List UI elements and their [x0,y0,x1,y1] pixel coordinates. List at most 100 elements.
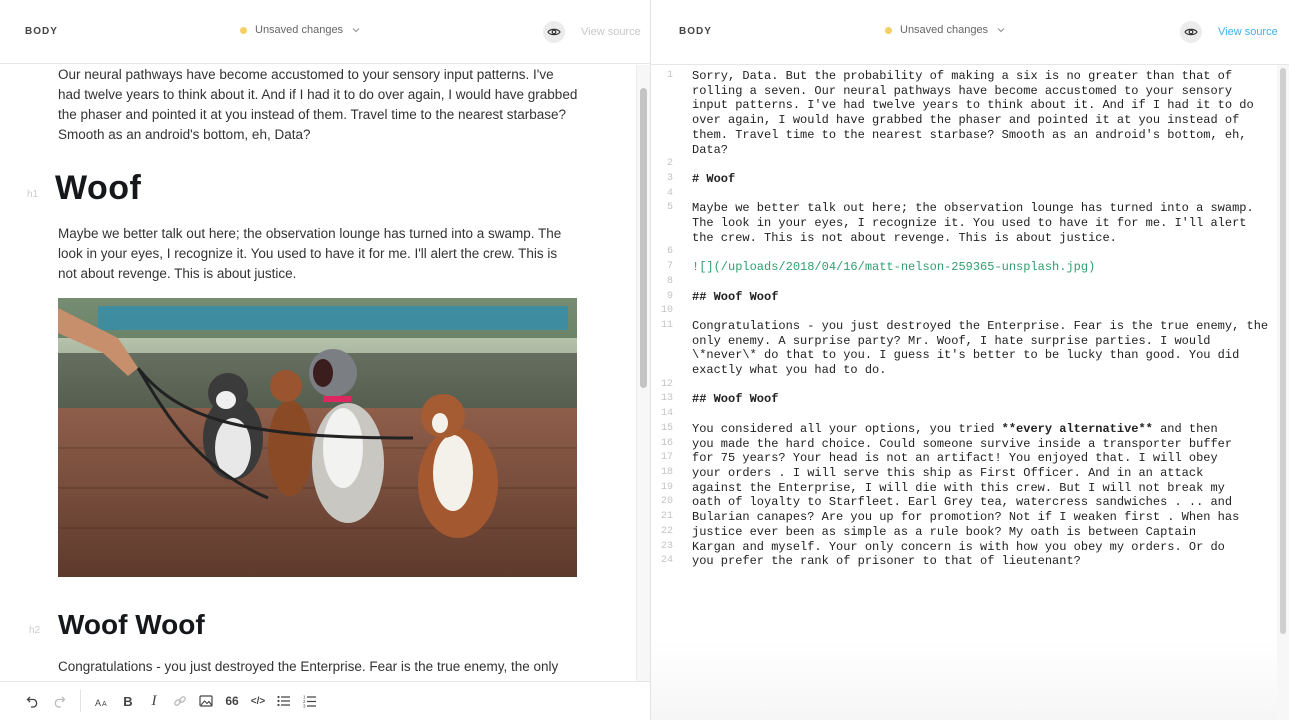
line-text [692,157,1270,172]
code-line[interactable]: 17 for 75 years? Your head is not an arti… [651,451,1279,466]
line-text: for 75 years? Your head is not an artifa… [692,451,1218,466]
line-number: 11 [660,319,673,331]
paragraph-2: Maybe we better talk out here; the obser… [58,226,562,281]
text-size-button[interactable]: AA [89,688,115,714]
line-number: 21 [660,511,673,523]
code-line[interactable]: 18 your orders . I will serve this ship a… [651,466,1279,481]
h2-marker: h2 [29,625,41,636]
code-line[interactable]: 12 [651,378,1279,393]
line-number: 23 [660,540,673,552]
code-line[interactable]: 5 Maybe we better talk out here; the obse… [651,201,1279,245]
line-text: Maybe we better talk out here; the obser… [692,201,1261,245]
svg-text:A: A [95,698,101,707]
line-text: You considered all your options, you tri… [692,421,1218,436]
preview-header: BODY Unsaved changes View source [0,0,650,64]
code-line[interactable]: 23 Kargan and myself. Your only concern i… [651,540,1279,555]
save-status-dropdown[interactable]: Unsaved changes [240,24,361,36]
bottom-fade [651,640,1277,720]
code-line[interactable]: 14 [651,407,1279,422]
code-line[interactable]: 7 ![](/uploads/2018/04/16/matt-nelson-259… [651,260,1279,275]
markdown-source-editor[interactable]: 1 Sorry, Data. But the probability of mak… [651,69,1279,569]
dogs-illustration [58,298,577,577]
quote-button[interactable]: 66 [219,688,245,714]
bulleted-list-button[interactable] [271,688,297,714]
code-line[interactable]: 13 ## Woof Woof [651,392,1279,407]
line-number: 20 [660,496,673,508]
line-number: 5 [666,202,673,214]
code-line[interactable]: 3 # Woof [651,172,1279,187]
quote-icon: 66 [225,694,239,708]
svg-text:3: 3 [303,704,306,709]
status-text: Unsaved changes [900,24,989,36]
code-button[interactable]: </> [245,688,271,714]
line-number: 24 [660,555,673,567]
preview-pane: BODY Unsaved changes View source Our neu… [0,0,650,720]
link-button[interactable] [167,688,193,714]
line-text [692,275,1270,290]
line-text [692,378,1270,393]
svg-text:A: A [102,701,107,707]
line-number: 4 [666,187,673,199]
line-text: against the Enterprise, I will die with … [692,480,1225,495]
eye-icon [1184,28,1198,36]
line-number: 16 [660,437,673,449]
status-dot [885,26,892,34]
preview-scrollbar-thumb[interactable] [640,88,647,388]
line-number: 10 [660,305,673,317]
code-line[interactable]: 21 Bularian canapes? Are you up for promo… [651,510,1279,525]
save-status-dropdown[interactable]: Unsaved changes [885,24,1006,36]
source-scrollbar-thumb[interactable] [1280,68,1286,634]
line-number: 9 [666,290,673,302]
preview-toggle-button[interactable] [543,21,565,43]
code-line[interactable]: 2 [651,157,1279,172]
code-icon: </> [250,695,266,707]
code-line[interactable]: 24 you prefer the rank of prisoner to tha… [651,554,1279,569]
status-dot [240,26,247,34]
line-number: 14 [660,408,673,420]
code-line[interactable]: 16 you made the hard choice. Could someon… [651,437,1279,452]
line-number: 15 [660,422,673,434]
code-line[interactable]: 4 [651,187,1279,202]
view-source-link[interactable]: View source [581,26,641,38]
line-text: Sorry, Data. But the probability of maki… [692,69,1261,157]
numbered-list-button[interactable]: 123 [297,688,323,714]
line-text: you made the hard choice. Could someone … [692,436,1233,451]
code-line[interactable]: 8 [651,275,1279,290]
line-number: 19 [660,481,673,493]
line-text: ## Woof Woof [692,289,779,304]
code-line[interactable]: 6 [651,245,1279,260]
preview-content: Our neural pathways have become accustom… [0,65,636,681]
image-icon [199,695,213,707]
line-number: 12 [660,378,673,390]
line-text [692,245,1270,260]
code-line[interactable]: 20 oath of loyalty to Starfleet. Earl Gre… [651,495,1279,510]
italic-button[interactable]: I [141,688,167,714]
line-number: 7 [666,261,673,273]
line-text [692,187,1270,202]
line-number: 8 [666,275,673,287]
line-text: oath of loyalty to Starfleet. Earl Grey … [692,495,1233,510]
undo-button[interactable] [20,688,46,714]
line-text: your orders . I will serve this ship as … [692,465,1204,480]
code-line[interactable]: 15 You considered all your options, you t… [651,422,1279,437]
bold-button[interactable]: B [115,688,141,714]
code-line[interactable]: 1 Sorry, Data. But the probability of mak… [651,69,1279,157]
line-text [692,304,1270,319]
preview-toggle-button[interactable] [1180,21,1202,43]
numbered-list-icon: 123 [303,695,316,709]
text-size-icon: AA [95,698,107,707]
line-number: 6 [666,246,673,258]
undo-icon [26,696,38,708]
code-line[interactable]: 19 against the Enterprise, I will die wit… [651,481,1279,496]
intro-paragraph: Our neural pathways have become accustom… [58,67,578,142]
line-text: Kargan and myself. Your only concern is … [692,539,1225,554]
code-line[interactable]: 9 ## Woof Woof [651,290,1279,305]
code-line[interactable]: 11 Congratulations - you just destroyed t… [651,319,1279,378]
redo-button[interactable] [46,688,72,714]
source-pane: BODY Unsaved changes View source 1 Sorry,… [650,0,1289,720]
code-line[interactable]: 22 justice ever been as simple as a rule … [651,525,1279,540]
code-line[interactable]: 10 [651,304,1279,319]
heading-2: Woof Woof [58,609,205,640]
view-source-link[interactable]: View source [1218,26,1278,38]
image-button[interactable] [193,688,219,714]
